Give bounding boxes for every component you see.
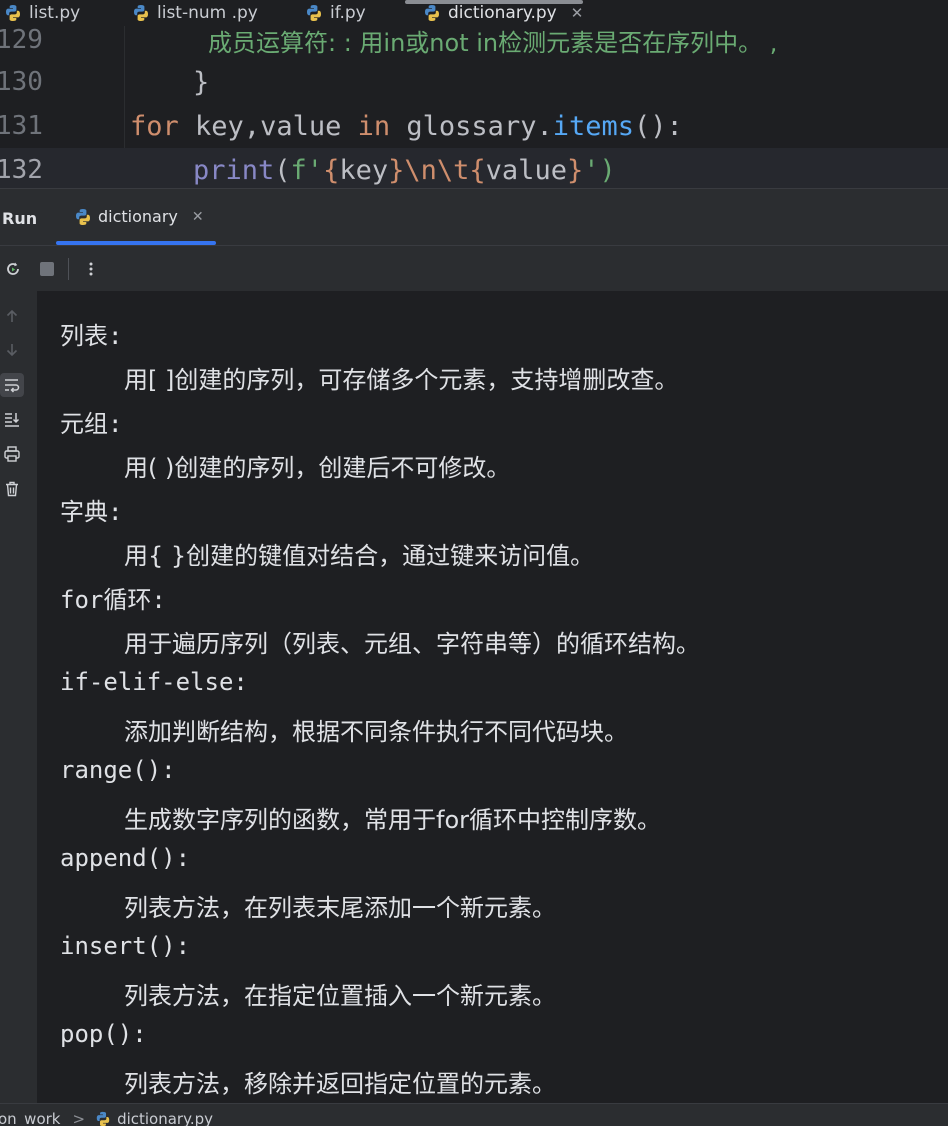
fstring-brace: } <box>566 154 584 186</box>
code-text: for key,value in glossary.items(): <box>130 110 683 142</box>
code-editor[interactable]: 129 成员运算符: : 用in或not in检测元素是否在序列中。 , 130… <box>0 26 948 188</box>
tab-dictionary-py[interactable]: dictionary.py ✕ <box>423 0 583 26</box>
console-description-line: 用( )创建的序列，创建后不可修改。 <box>124 454 511 482</box>
breadcrumb-file[interactable]: dictionary.py <box>117 1110 213 1126</box>
console-heading-line: range(): <box>60 756 176 784</box>
code-text: 成员运算符: : 用in或not in检测元素是否在序列中。 , <box>208 28 778 57</box>
punctuation: (): <box>634 110 683 142</box>
console-side-toolbar <box>0 291 37 1103</box>
identifier: glossary <box>406 110 537 142</box>
breadcrumb-folder[interactable]: on_work <box>0 1110 60 1126</box>
console-heading-line: if-elif-else: <box>60 668 248 696</box>
console-description-line: 列表方法，在列表末尾添加一个新元素。 <box>124 894 556 922</box>
run-toolbar <box>0 245 948 292</box>
code-line-129: 129 成员运算符: : 用in或not in检测元素是否在序列中。 , <box>0 26 948 62</box>
scroll-to-end-icon <box>5 413 20 427</box>
run-title: Run <box>2 209 38 228</box>
keyword: for <box>130 110 179 142</box>
console-heading-line: 列表: <box>60 322 123 350</box>
line-number: 130 <box>0 67 43 97</box>
print-button[interactable] <box>0 442 24 466</box>
python-icon <box>6 5 20 21</box>
identifier: key <box>339 154 389 186</box>
tab-if-py[interactable]: if.py <box>305 0 366 26</box>
python-icon <box>96 1111 110 1126</box>
code-line-130: 130 } <box>0 60 948 104</box>
print-icon <box>4 446 20 462</box>
escape-sequence: \n\t <box>404 154 470 186</box>
identifier: key,value <box>195 110 342 142</box>
console-heading-line: for循环: <box>60 586 166 614</box>
arrow-down-icon <box>6 344 18 357</box>
console-description-line: 添加判断结构，根据不同条件执行不同代码块。 <box>124 718 628 746</box>
console-description-line: 生成数字序列的函数，常用于for循环中控制序数。 <box>124 806 661 834</box>
python-icon <box>134 5 148 21</box>
editor-tab-bar: list.py list-num .py if.py dictionary.py… <box>0 0 948 26</box>
keyword: in <box>357 110 391 142</box>
fstring-brace: { <box>469 154 486 186</box>
code-text: } <box>193 66 210 98</box>
code-text: print(f'{key}\n\t{value}') <box>193 155 616 186</box>
run-tab-dictionary[interactable]: dictionary ✕ <box>74 207 204 226</box>
soft-wrap-icon <box>5 379 20 393</box>
rerun-icon <box>7 262 19 275</box>
more-vertical-icon <box>89 262 93 276</box>
run-tab-label: dictionary <box>98 207 178 226</box>
tab-list-num-py[interactable]: list-num .py <box>132 0 258 26</box>
python-icon <box>425 5 439 21</box>
punctuation: ( <box>274 154 291 186</box>
stop-button[interactable] <box>36 258 58 280</box>
console-heading-line: 字典: <box>60 498 123 526</box>
tab-label: list-num .py <box>157 3 258 23</box>
code-line-132: 132 print(f'{key}\n\t{value}') <box>0 148 948 188</box>
line-number: 131 <box>0 111 43 141</box>
identifier: value <box>485 154 567 186</box>
line-number: 132 <box>0 155 43 185</box>
tab-label: if.py <box>330 3 366 23</box>
console-description-line: 列表方法，移除并返回指定位置的元素。 <box>124 1070 556 1098</box>
breadcrumb[interactable]: on_work > dictionary.py <box>0 1110 213 1126</box>
close-icon[interactable]: ✕ <box>571 4 584 22</box>
console-heading-line: insert(): <box>60 932 191 960</box>
tab-label: list.py <box>29 3 81 23</box>
builtin-function: print <box>193 154 275 186</box>
rerun-button[interactable] <box>2 258 24 280</box>
clear-console-button[interactable] <box>0 477 24 501</box>
code-line-131: 131 for key,value in glossary.items(): <box>0 104 948 148</box>
breadcrumb-separator: > <box>72 1110 86 1126</box>
console-description-line: 用{ }创建的键值对结合，通过键来访问值。 <box>124 542 595 570</box>
scroll-down-button[interactable] <box>0 338 24 362</box>
scroll-to-end-button[interactable] <box>0 407 24 431</box>
string-close: ') <box>583 154 616 186</box>
tab-label: dictionary.py <box>448 3 557 23</box>
run-console[interactable]: 列表: 用[ ]创建的序列，可存储多个元素，支持增删改查。 元组: 用( )创建的序列… <box>0 291 948 1103</box>
fstring-brace: { <box>323 154 340 186</box>
console-heading-line: append(): <box>60 844 191 872</box>
more-button[interactable] <box>80 258 102 280</box>
close-icon[interactable]: ✕ <box>192 209 204 225</box>
console-heading-line: 元组: <box>60 410 123 438</box>
arrow-up-icon <box>6 309 18 322</box>
method-name: items <box>552 110 634 142</box>
stop-icon <box>40 262 54 276</box>
console-description-line: 用于遍历序列（列表、元组、字符串等）的循环结构。 <box>124 630 700 658</box>
run-tool-window-header: Run dictionary ✕ <box>0 188 948 246</box>
console-description-line: 用[ ]创建的序列，可存储多个元素，支持增删改查。 <box>124 366 679 394</box>
python-icon <box>307 5 321 21</box>
tab-list-py[interactable]: list.py <box>4 0 80 26</box>
trash-icon <box>6 481 18 497</box>
console-heading-line: pop(): <box>60 1020 147 1048</box>
status-bar: on_work > dictionary.py <box>0 1103 948 1126</box>
line-number: 129 <box>0 26 43 55</box>
fstring-brace: } <box>388 154 405 186</box>
console-description-line: 列表方法，在指定位置插入一个新元素。 <box>124 982 556 1010</box>
string-prefix: f' <box>290 154 324 186</box>
scroll-up-button[interactable] <box>0 304 24 328</box>
soft-wrap-button[interactable] <box>0 373 24 397</box>
toolbar-divider <box>68 258 69 280</box>
python-icon <box>76 208 90 225</box>
